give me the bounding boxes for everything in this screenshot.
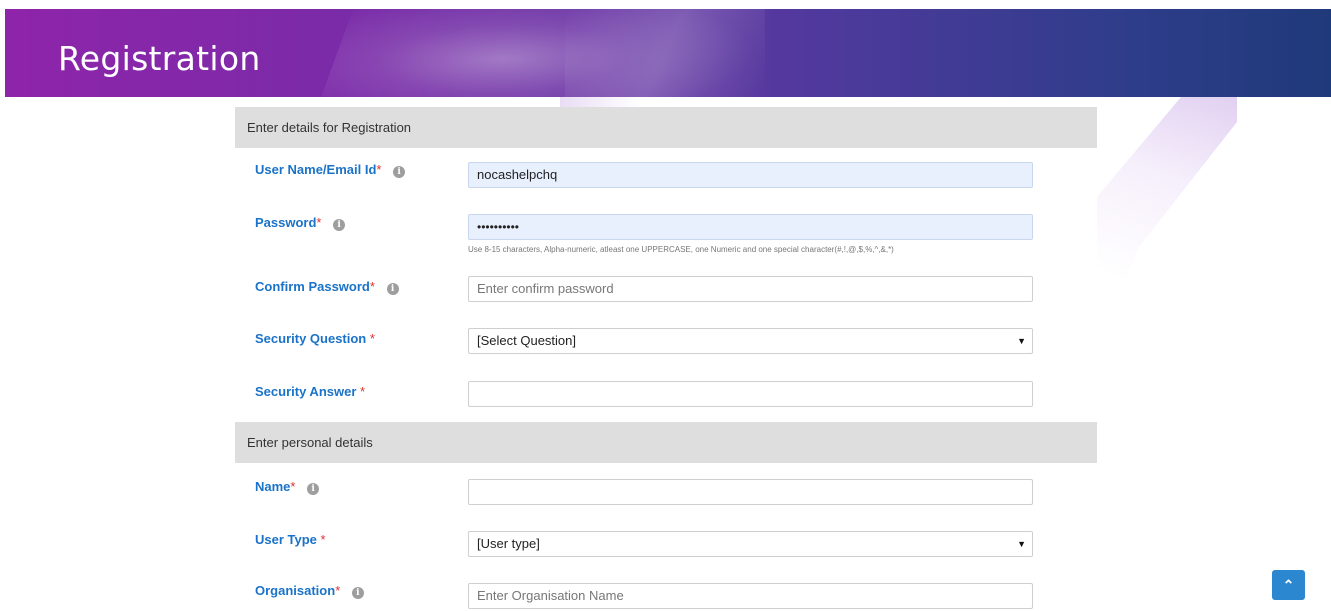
organisation-row: Organisation* i Enter Organisation Name [235, 567, 1097, 609]
security-question-row: Security Question * [Select Question] ▼ [235, 316, 1097, 368]
security-answer-input[interactable] [468, 381, 1033, 407]
info-icon[interactable]: i [307, 483, 320, 495]
airplane-wing-decoration [1097, 97, 1237, 347]
password-label: Password* i [255, 215, 346, 231]
security-answer-label: Security Answer * [255, 384, 366, 399]
info-icon[interactable]: i [333, 219, 346, 231]
background-streak [560, 97, 640, 107]
section-header-personal: Enter personal details [235, 422, 1097, 463]
confirm-password-input[interactable]: Enter confirm password [468, 276, 1033, 302]
username-input[interactable]: nocashelpchq [468, 162, 1033, 188]
scroll-to-top-button[interactable]: ⌃ [1272, 570, 1305, 600]
security-question-select[interactable]: [Select Question] ▼ [468, 328, 1033, 354]
name-row: Name* i [235, 463, 1097, 515]
organisation-label: Organisation* i [255, 583, 364, 599]
caret-down-icon: ▼ [1017, 336, 1026, 346]
name-label: Name* i [255, 479, 320, 495]
username-row: User Name/Email Id* i nocashelpchq [235, 148, 1097, 200]
user-type-label: User Type * [255, 532, 326, 547]
name-input[interactable] [468, 479, 1033, 505]
registration-form: Enter details for Registration User Name… [235, 107, 1097, 609]
confirm-password-row: Confirm Password* i Enter confirm passwo… [235, 264, 1097, 316]
page-banner: Registration [5, 9, 1331, 97]
user-type-select[interactable]: [User type] ▼ [468, 531, 1033, 557]
security-answer-row: Security Answer * [235, 368, 1097, 422]
security-question-label: Security Question * [255, 331, 375, 346]
password-row: Password* i •••••••••• Use 8-15 characte… [235, 200, 1097, 264]
chevron-up-icon: ⌃ [1282, 577, 1295, 593]
password-input[interactable]: •••••••••• [468, 214, 1033, 240]
caret-down-icon: ▼ [1017, 539, 1026, 549]
password-hint: Use 8-15 characters, Alpha-numeric, atle… [468, 245, 894, 254]
user-type-row: User Type * [User type] ▼ [235, 515, 1097, 567]
info-icon[interactable]: i [351, 587, 364, 599]
info-icon[interactable]: i [386, 283, 399, 295]
section-header-registration: Enter details for Registration [235, 107, 1097, 148]
page-title: Registration [58, 39, 261, 78]
banner-decoration-streak [565, 9, 765, 97]
confirm-password-label: Confirm Password* i [255, 279, 399, 295]
info-icon[interactable]: i [393, 166, 406, 178]
username-label: User Name/Email Id* i [255, 162, 406, 178]
organisation-input[interactable]: Enter Organisation Name [468, 583, 1033, 609]
